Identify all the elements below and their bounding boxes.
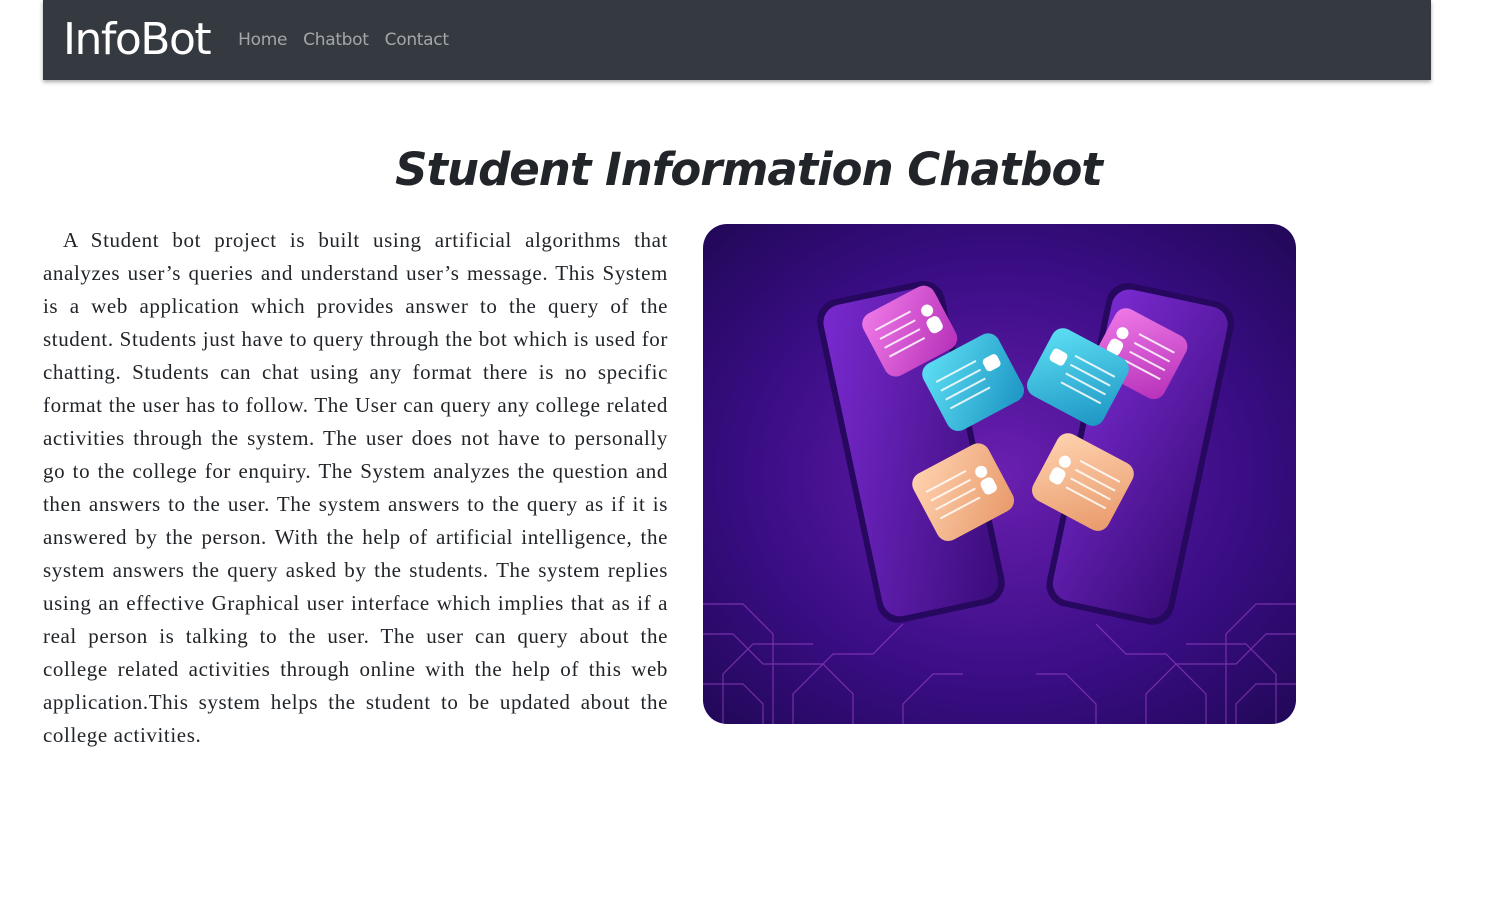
- page-title: Student Information Chatbot: [395, 143, 1103, 196]
- nav-link-contact[interactable]: Contact: [385, 30, 449, 50]
- nav-link-chatbot[interactable]: Chatbot: [303, 30, 369, 50]
- navbar: InfoBot Home Chatbot Contact: [43, 0, 1431, 80]
- chatbot-illustration-icon: [703, 224, 1296, 724]
- brand-logo[interactable]: InfoBot: [63, 0, 212, 80]
- chatbot-illustration-image: [703, 224, 1296, 724]
- nav-link-home[interactable]: Home: [238, 30, 287, 50]
- description-paragraph: A Student bot project is built using art…: [43, 228, 668, 747]
